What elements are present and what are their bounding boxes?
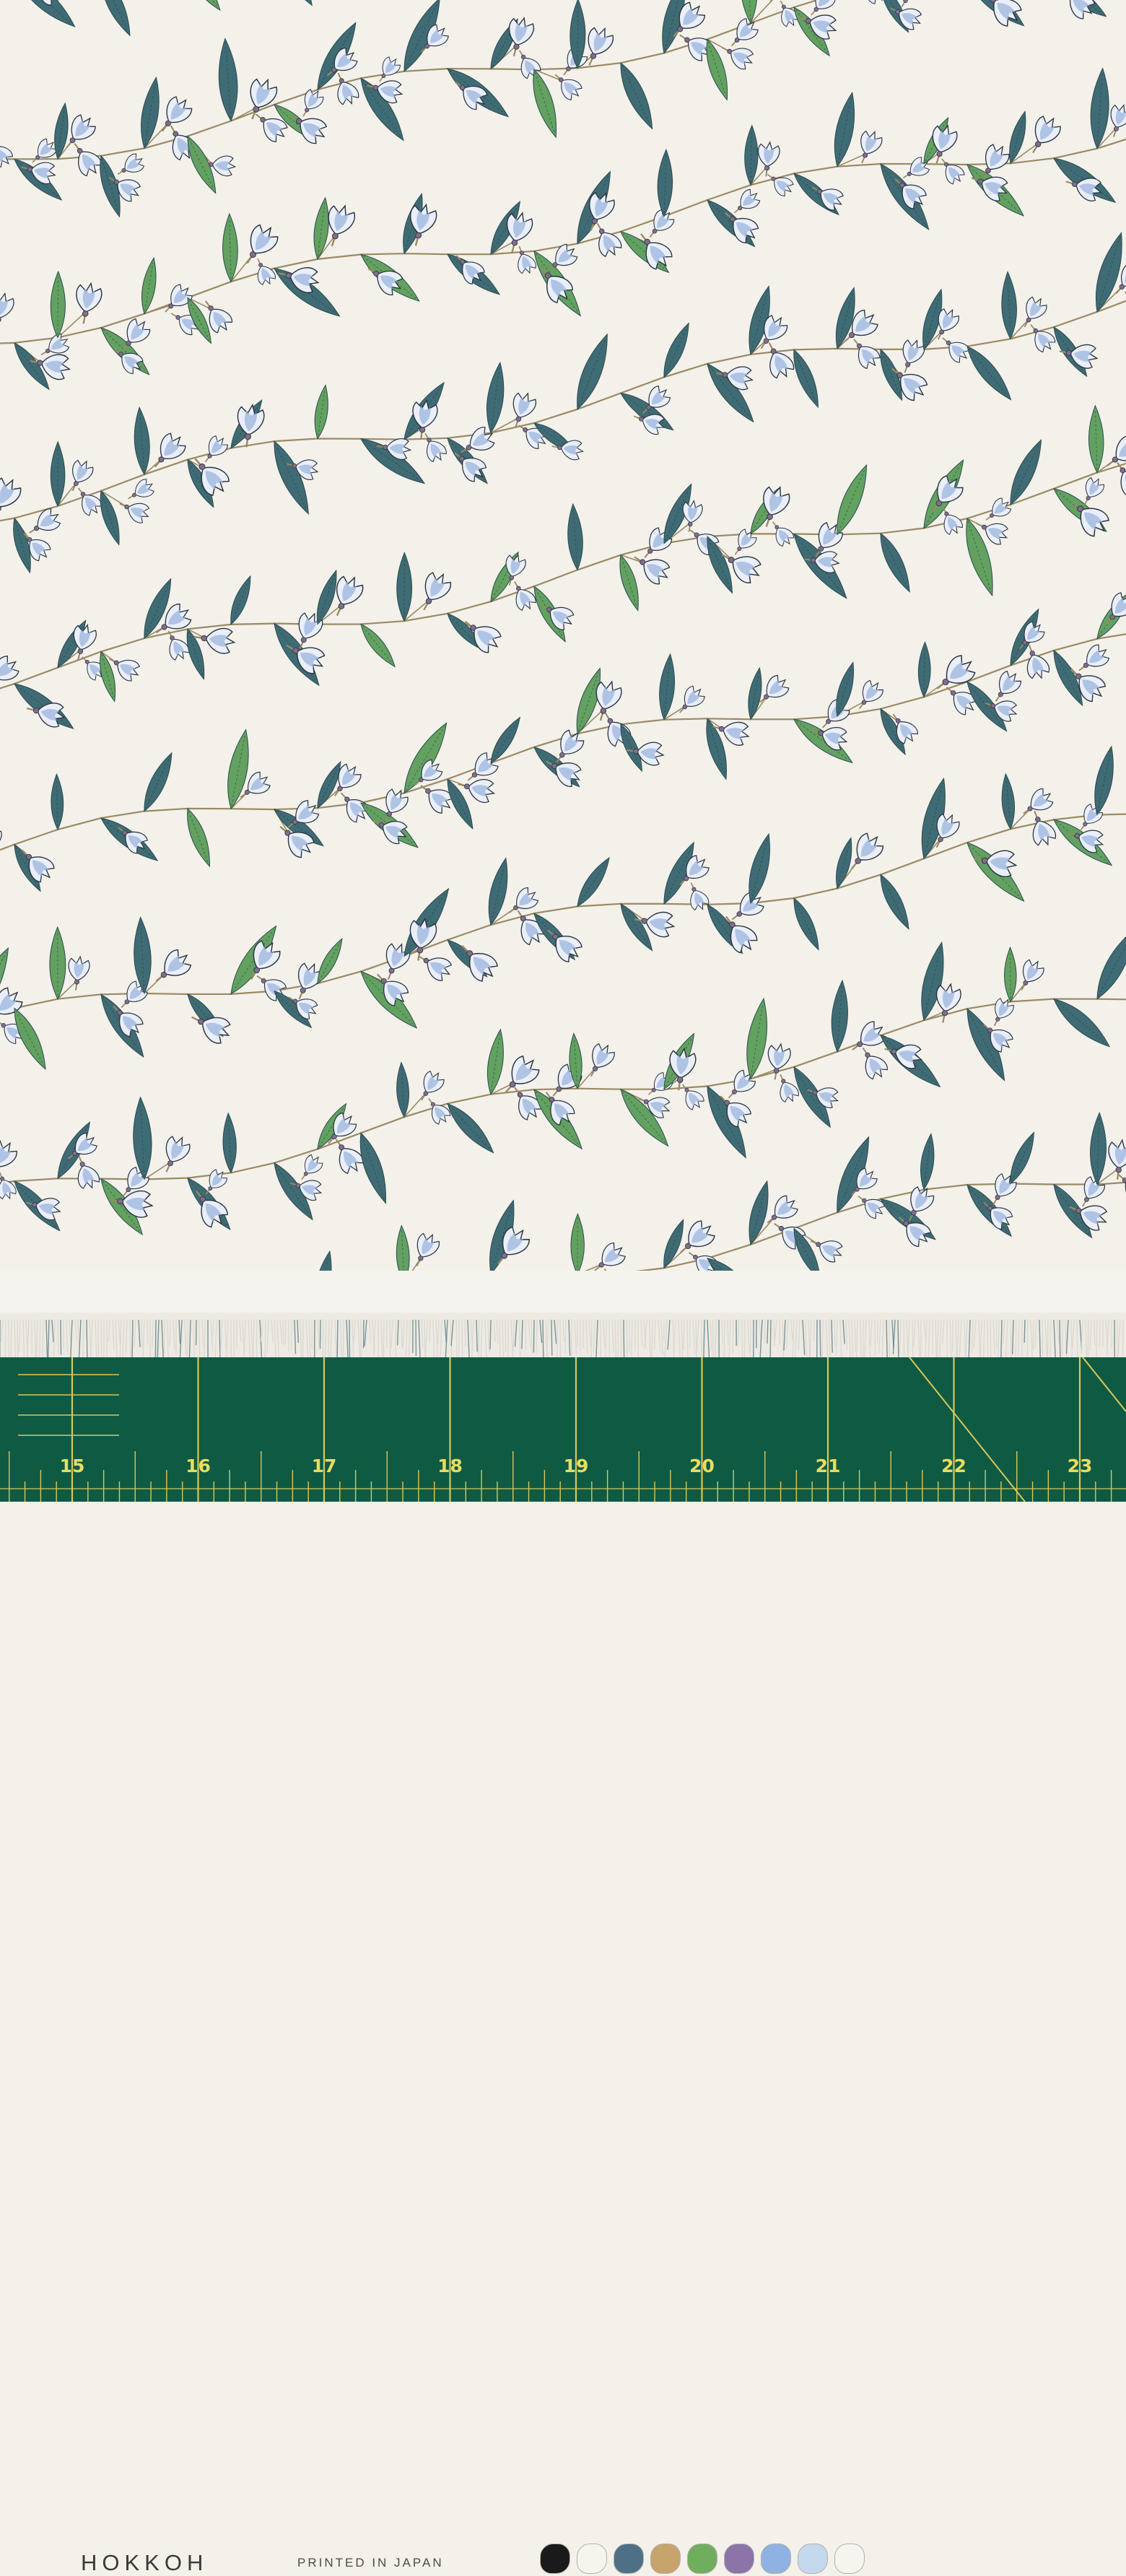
ruler-number: 15	[60, 1455, 85, 1476]
color-chip	[834, 2544, 865, 2574]
brand-label: HOKKOH	[81, 2550, 208, 2576]
printed-in-japan-label: PRINTED IN JAPAN	[297, 2556, 444, 2570]
floral-fabric-pattern	[0, 0, 1126, 1271]
color-chip	[577, 2544, 607, 2574]
ruler-number: 23	[1068, 1455, 1093, 1476]
color-chip	[614, 2544, 644, 2574]
ruler-number: 18	[437, 1455, 463, 1476]
ruler-number: 16	[186, 1455, 211, 1476]
color-chip	[798, 2544, 828, 2574]
ruler-number: 22	[941, 1455, 966, 1476]
color-chip	[687, 2544, 717, 2574]
color-registration-chips	[540, 2544, 865, 2575]
ruler-number: 17	[312, 1455, 337, 1476]
cutting-mat	[0, 1357, 1126, 1502]
color-chip	[724, 2544, 754, 2574]
color-chip	[761, 2544, 791, 2574]
color-chip	[540, 2544, 570, 2574]
cutting-mat-grid	[0, 1357, 1126, 1502]
ruler-number: 21	[816, 1455, 841, 1476]
ruler-number: 19	[564, 1455, 589, 1476]
color-chip	[650, 2544, 681, 2574]
ruler-number: 20	[689, 1455, 715, 1476]
